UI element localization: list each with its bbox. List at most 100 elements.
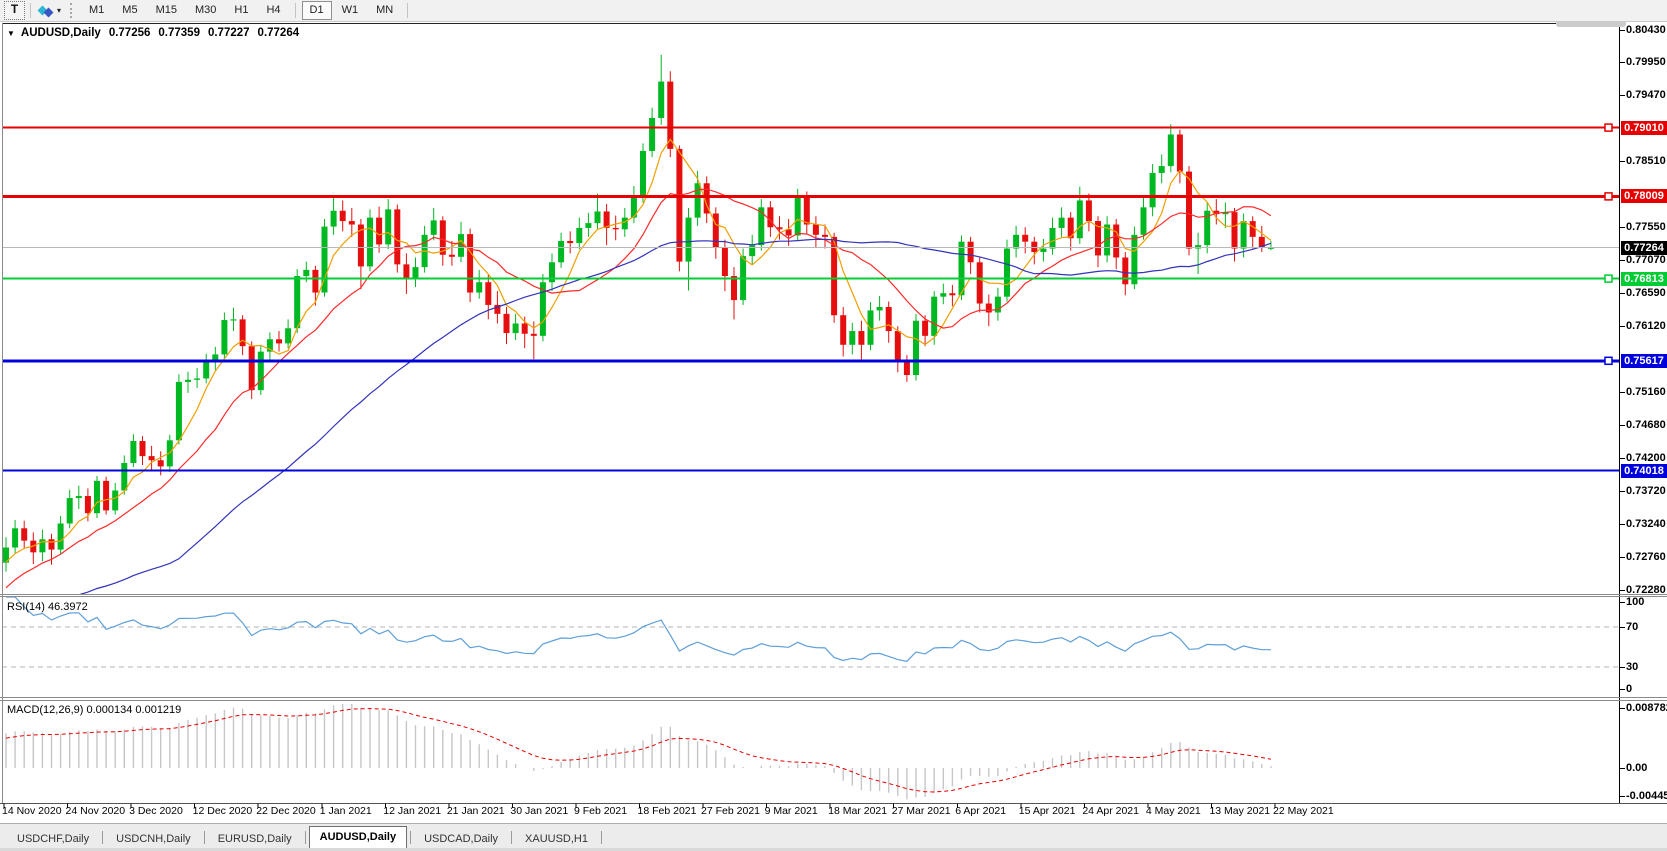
price-badge-current-price: 0.77264	[1621, 241, 1667, 255]
chart-canvas[interactable]	[0, 0, 1667, 851]
price-axis-label: 0.76590	[1626, 287, 1666, 300]
symbol-dropdown-icon[interactable]: ▼	[7, 29, 15, 38]
price-line-handle[interactable]	[1605, 193, 1612, 200]
price-badge-support: 0.75617	[1621, 354, 1667, 368]
ohlc-low: 0.77227	[208, 27, 250, 39]
price-axis-label: 0.00	[1626, 762, 1647, 775]
tab-separator	[410, 831, 411, 844]
date-label: 24 Nov 2020	[66, 805, 126, 817]
tab-separator	[601, 831, 602, 844]
price-axis-label: 0.73720	[1626, 485, 1666, 498]
mt4-window: T ▾ M1M5M15M30H1H4 D1W1MN ▼ AUDUSD,Daily …	[0, 0, 1667, 851]
tab-xauusd-h1[interactable]: XAUUSD,H1	[515, 830, 598, 848]
axis-tick	[1620, 260, 1625, 261]
date-label: 12 Jan 2021	[383, 805, 441, 817]
price-badge-support: 0.74018	[1621, 464, 1667, 478]
timeframe-button-h1[interactable]: H1	[226, 1, 256, 20]
axis-tick	[1620, 227, 1625, 228]
date-label: 9 Mar 2021	[765, 805, 818, 817]
axis-tick	[1620, 627, 1625, 628]
timeframe-button-w1[interactable]: W1	[334, 1, 367, 20]
date-label: 21 Jan 2021	[447, 805, 505, 817]
price-axis-label: 0.80430	[1626, 24, 1666, 37]
date-label: 27 Feb 2021	[701, 805, 760, 817]
price-axis-label: 0	[1626, 683, 1632, 696]
text-tool-button[interactable]: T	[4, 1, 25, 20]
date-label: 13 May 2021	[1209, 805, 1270, 817]
timeframe-button-group: M1M5M15M30H1H4 D1W1MN	[80, 1, 413, 20]
tab-eurusd-daily[interactable]: EURUSD,Daily	[208, 830, 302, 848]
timeframe-button-d1[interactable]: D1	[302, 1, 332, 20]
axis-tick	[1620, 524, 1625, 525]
date-label: 22 May 2021	[1273, 805, 1334, 817]
tab-usdcad-daily[interactable]: USDCAD,Daily	[414, 830, 508, 848]
chevron-down-icon: ▾	[57, 6, 61, 15]
price-line-handle[interactable]	[1605, 357, 1612, 364]
axis-tick	[1620, 796, 1625, 797]
axis-tick	[1620, 491, 1625, 492]
toolbar-separator	[407, 3, 408, 18]
diamond-icon	[44, 8, 54, 18]
axis-tick	[1620, 161, 1625, 162]
tab-separator	[305, 831, 306, 844]
price-axis-label: 0.76120	[1626, 320, 1666, 333]
timeframe-button-m1[interactable]: M1	[81, 1, 112, 20]
price-axis-label: 0.008782	[1626, 702, 1667, 715]
price-axis-label: 0.74680	[1626, 419, 1666, 432]
price-line-handle[interactable]	[1605, 124, 1612, 131]
price-axis-label: 100	[1626, 596, 1644, 609]
date-label: 30 Jan 2021	[510, 805, 568, 817]
date-label: 4 May 2021	[1146, 805, 1201, 817]
tab-usdcnh-daily[interactable]: USDCNH,Daily	[106, 830, 201, 848]
date-label: 27 Mar 2021	[892, 805, 951, 817]
tab-audusd-daily[interactable]: AUDUSD,Daily	[309, 826, 407, 849]
price-axis-label: 0.79950	[1626, 56, 1666, 69]
ohlc-open: 0.77256	[109, 27, 151, 39]
toolbar-separator	[30, 3, 31, 18]
timeframe-button-mn[interactable]: MN	[368, 1, 401, 20]
price-axis-label: 30	[1626, 661, 1638, 674]
price-axis-label: 0.72760	[1626, 551, 1666, 564]
date-label: 3 Dec 2020	[129, 805, 183, 817]
axis-tick	[1620, 557, 1625, 558]
date-label: 1 Jan 2021	[320, 805, 372, 817]
ohlc-close: 0.77264	[258, 27, 300, 39]
date-label: 14 Nov 2020	[2, 805, 62, 817]
date-label: 6 Apr 2021	[955, 805, 1006, 817]
price-axis-label: 0.78510	[1626, 155, 1666, 168]
macd-label: MACD(12,26,9) 0.000134 0.001219	[7, 704, 181, 716]
timeframe-button-m5[interactable]: M5	[114, 1, 145, 20]
price-axis-label: 0.73240	[1626, 518, 1666, 531]
timeframe-button-m15[interactable]: M15	[148, 1, 185, 20]
indicators-icon[interactable]: ▾	[36, 2, 64, 19]
chart-title: ▼ AUDUSD,Daily 0.77256 0.77359 0.77227 0…	[7, 27, 299, 39]
axis-tick	[1620, 326, 1625, 327]
timeframe-button-h4[interactable]: H4	[258, 1, 288, 20]
axis-tick	[1620, 95, 1625, 96]
axis-tick	[1620, 425, 1625, 426]
date-label: 22 Dec 2020	[256, 805, 316, 817]
axis-tick	[1620, 768, 1625, 769]
chart-tab-bar: USDCHF,Daily USDCNH,Daily EURUSD,Daily AUDU…	[0, 823, 1667, 849]
axis-tick	[1620, 392, 1625, 393]
date-label: 15 Apr 2021	[1019, 805, 1076, 817]
tab-separator	[102, 831, 103, 844]
tab-usdchf-daily[interactable]: USDCHF,Daily	[7, 830, 99, 848]
date-label: 12 Dec 2020	[193, 805, 253, 817]
axis-tick	[1620, 708, 1625, 709]
top-toolbar: T ▾ M1M5M15M30H1H4 D1W1MN	[0, 0, 1667, 22]
price-badge-support: 0.76813	[1621, 272, 1667, 286]
axis-tick	[1620, 667, 1625, 668]
price-badge-resistance: 0.78009	[1621, 189, 1667, 203]
date-label: 24 Apr 2021	[1082, 805, 1139, 817]
date-label: 18 Mar 2021	[828, 805, 887, 817]
price-line-handle[interactable]	[1605, 275, 1612, 282]
date-label: 18 Feb 2021	[638, 805, 697, 817]
price-axis-label: 0.79470	[1626, 89, 1666, 102]
price-axis-label: 70	[1626, 621, 1638, 634]
timeframe-button-m30[interactable]: M30	[187, 1, 224, 20]
price-axis-label: 0.77550	[1626, 221, 1666, 234]
toolbar-grip	[70, 3, 74, 18]
toolbar-separator	[295, 3, 296, 18]
price-axis-label: 0.75160	[1626, 386, 1666, 399]
